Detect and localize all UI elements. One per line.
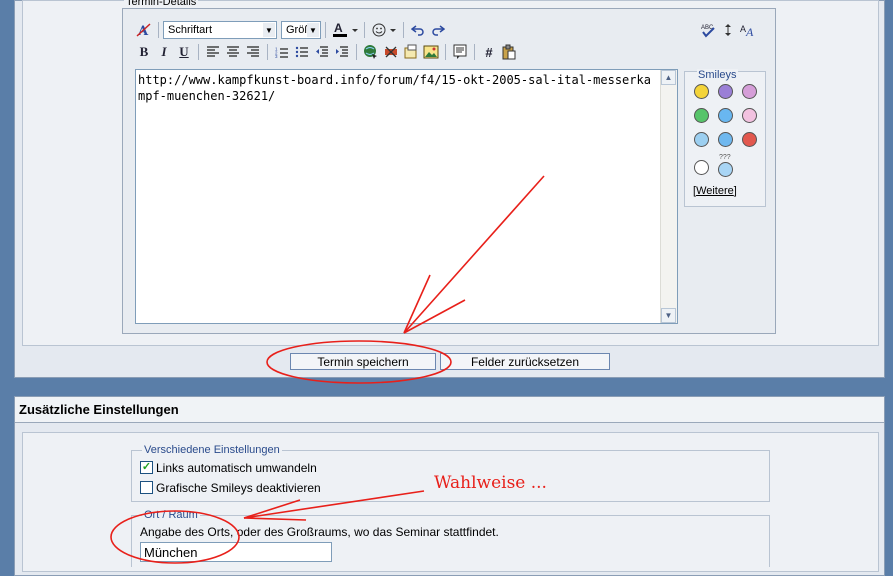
arrow-to-place-icon (243, 490, 425, 519)
arrow-to-save-icon (403, 175, 545, 334)
place-highlight (110, 510, 240, 564)
save-button-highlight (266, 340, 452, 384)
annotation-note: Wahlweise ... (434, 473, 547, 493)
